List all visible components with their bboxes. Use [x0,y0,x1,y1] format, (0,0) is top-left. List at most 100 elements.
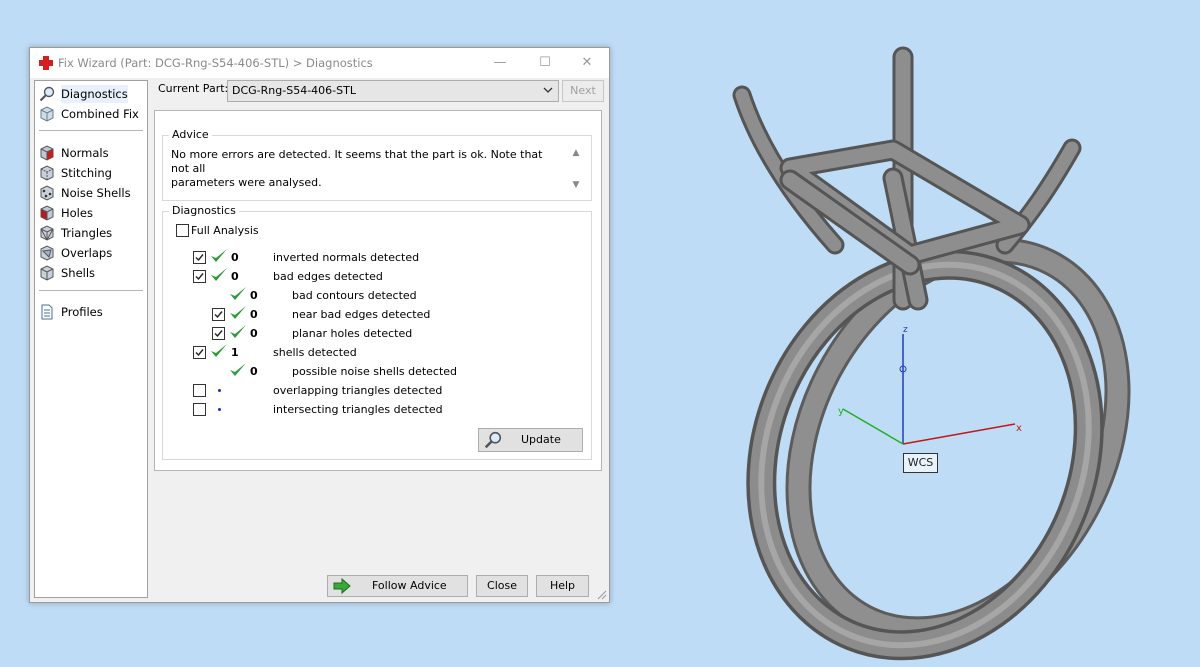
update-label: Update [521,433,561,446]
nav-item-combined-fix[interactable]: Combined Fix [39,105,143,123]
stitching-cube-icon [40,165,54,181]
diagnostics-panel: No more errors are detected. It seems th… [154,110,602,471]
diagnostic-checkbox[interactable] [193,270,206,283]
cube-icon [40,106,54,122]
close-button[interactable]: Close [476,575,528,597]
current-part-value: DCG-Rng-S54-406-STL [232,84,356,97]
follow-advice-button[interactable]: Follow Advice [327,575,468,597]
diagnostic-label: inverted normals detected [273,251,420,264]
checkmark-icon [210,248,228,264]
checkmark-icon [210,343,228,359]
window-title: Fix Wizard (Part: DCG-Rng-S54-406-STL) >… [58,56,373,70]
maximize-button[interactable]: ☐ [530,52,560,74]
diagnostic-label: bad contours detected [292,289,417,302]
nav-item-holes[interactable]: Holes [39,204,143,222]
nav-item-overlaps[interactable]: Overlaps [39,244,143,262]
advice-line: No more errors are detected. It seems th… [171,148,543,175]
nav-item-stitching[interactable]: Stitching [39,164,143,182]
advice-textbox: No more errors are detected. It seems th… [171,148,583,194]
pending-dot-icon [218,408,221,411]
checkmark-icon [229,286,247,302]
advice-text: No more errors are detected. It seems th… [171,148,561,190]
chevron-down-icon [543,87,553,93]
diagnostic-count: 0 [250,308,258,321]
diagnostic-count: 0 [231,251,239,264]
nav-item-label: Combined Fix [61,107,139,121]
diagnostic-label: intersecting triangles detected [273,403,443,416]
nav-item-noise-shells[interactable]: Noise Shells [39,184,143,202]
red-cross-icon [39,56,53,70]
diagnostic-checkbox[interactable] [193,251,206,264]
title-bar[interactable]: Fix Wizard (Part: DCG-Rng-S54-406-STL) >… [30,48,609,78]
pending-dot-icon [218,389,221,392]
nav-item-label: Diagnostics [61,85,128,103]
scroll-up-icon[interactable]: ▲ [571,148,581,158]
help-button[interactable]: Help [536,575,589,597]
current-part-dropdown[interactable]: DCG-Rng-S54-406-STL [227,80,559,102]
diagnostic-checkbox[interactable] [193,403,206,416]
diagnostic-count: 1 [231,346,239,359]
advice-line: parameters were analysed. [171,176,322,189]
update-button[interactable]: Update [478,428,583,452]
diagnostic-label: bad edges detected [273,270,383,283]
wizard-navigation: Diagnostics Combined Fix Normals Stitchi… [34,80,148,598]
diagnostic-label: possible noise shells detected [292,365,458,378]
diagnostic-count: 0 [250,327,258,340]
diagnostic-checkbox[interactable] [212,308,225,321]
diagnostic-checkbox[interactable] [193,346,206,359]
noise-shells-icon [40,185,54,201]
diagnostics-group-title: Diagnostics [169,204,239,217]
normals-cube-icon [40,145,54,161]
nav-item-label: Stitching [61,166,112,180]
x-axis-line [902,423,1016,445]
nav-item-label: Holes [61,206,93,220]
advice-group-title: Advice [169,128,212,141]
diagnostic-count: 0 [231,270,239,283]
green-arrow-icon [333,578,351,594]
magnifier-icon [39,86,55,102]
overlaps-cube-icon [40,245,54,261]
diagnostic-label: near bad edges detected [292,308,431,321]
y-axis-label: y [838,406,844,417]
nav-item-normals[interactable]: Normals [39,144,143,162]
close-window-button[interactable]: ✕ [572,52,602,74]
nav-separator [39,130,143,131]
full-analysis-label: Full Analysis [191,224,259,237]
nav-item-triangles[interactable]: Triangles [39,224,143,242]
nav-item-label: Profiles [61,305,103,319]
diagnostic-checkbox[interactable] [212,327,225,340]
diagnostic-label: planar holes detected [292,327,413,340]
scroll-down-icon[interactable]: ▼ [571,180,581,190]
z-axis-label: z [903,325,908,335]
nav-item-diagnostics[interactable]: Diagnostics [39,85,143,103]
diagnostic-count: 0 [250,365,258,378]
checkmark-icon [229,324,247,340]
triangles-cube-icon [40,225,54,241]
nav-item-label: Shells [61,266,96,280]
diagnostic-count: 0 [250,289,258,302]
resize-grip-icon[interactable] [597,590,607,600]
nav-item-profiles[interactable]: Profiles [39,303,143,321]
nav-item-label: Normals [61,146,109,160]
follow-advice-label: Follow Advice [372,579,447,592]
y-axis-line [842,408,904,445]
checkmark-icon [210,267,228,283]
nav-separator [39,290,143,291]
diagnostic-label: overlapping triangles detected [273,384,443,397]
wcs-label: WCS [903,453,938,473]
nav-item-label: Noise Shells [61,186,131,200]
nav-item-shells[interactable]: Shells [39,264,143,282]
nav-item-label: Triangles [61,226,113,240]
diagnostic-label: shells detected [273,346,357,359]
minimize-button[interactable]: — [485,52,515,74]
advice-group: No more errors are detected. It seems th… [162,135,592,201]
full-analysis-checkbox[interactable] [176,224,189,237]
x-axis-label: x [1016,423,1022,434]
magnifier-icon [484,431,502,449]
current-part-label: Current Part: [158,82,229,95]
diagnostic-checkbox[interactable] [193,384,206,397]
holes-cube-icon [40,205,54,221]
next-button[interactable]: Next [562,80,604,102]
shells-cube-icon [40,265,54,281]
checkmark-icon [229,305,247,321]
